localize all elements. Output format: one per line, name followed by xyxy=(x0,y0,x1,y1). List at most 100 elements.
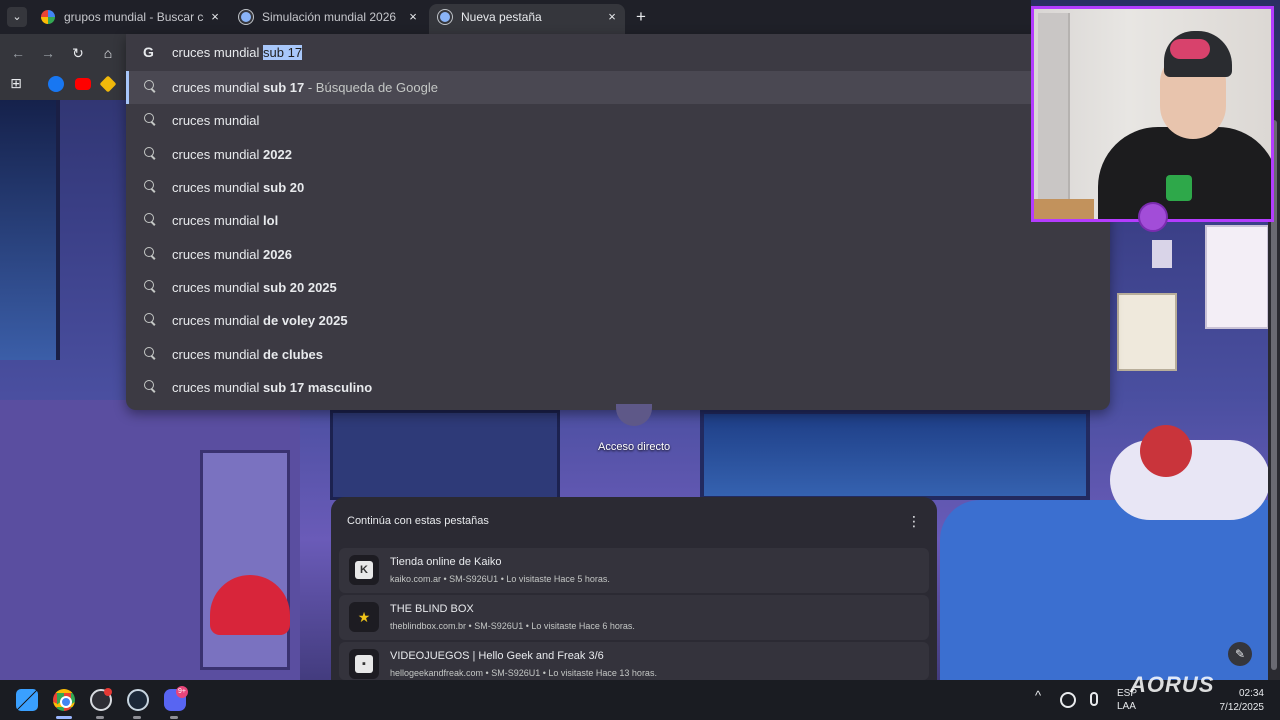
tab-title: Nueva pestaña xyxy=(461,10,542,24)
sync-icon[interactable] xyxy=(1060,692,1076,708)
wallpaper-drawer xyxy=(200,450,290,670)
webcam-shirt-logo xyxy=(1166,175,1192,201)
tab-title: Simulación mundial 2026 xyxy=(262,10,397,24)
search-icon xyxy=(144,113,156,125)
wallpaper-tag xyxy=(1152,240,1172,268)
windows-start-icon[interactable] xyxy=(16,689,38,711)
wallpaper-window-right xyxy=(700,410,1090,500)
continue-tab-title: THE BLIND BOX xyxy=(390,603,474,615)
suggestion-prefix: cruces mundial xyxy=(172,347,264,362)
tab-title: grupos mundial - Buscar con G xyxy=(64,10,204,24)
suggestion-prefix: cruces mundial xyxy=(172,113,260,128)
taskbar xyxy=(0,680,1280,720)
aorus-watermark: AORUS xyxy=(1130,672,1215,697)
webcam-cap-print xyxy=(1170,39,1210,59)
omnibox-suggestion[interactable]: cruces mundial xyxy=(126,104,1110,137)
suggestion-text: cruces mundial xyxy=(172,113,259,128)
shortcut-label[interactable]: Acceso directo xyxy=(598,441,670,453)
continue-tab-sub: hellogeekandfreak.com • SM-S926U1 • Lo v… xyxy=(390,668,657,678)
close-icon[interactable]: × xyxy=(605,4,619,30)
back-button[interactable]: ← xyxy=(8,44,28,62)
continue-tab-sub: theblindbox.com.br • SM-S926U1 • Lo visi… xyxy=(390,621,635,631)
suggestion-source: - Búsqueda de Google xyxy=(304,80,438,95)
suggestion-text: cruces mundial sub 17 - Búsqueda de Goog… xyxy=(172,80,438,95)
search-icon xyxy=(144,80,156,92)
active-indicator xyxy=(56,716,72,719)
suggestion-completion: sub 17 masculino xyxy=(263,380,373,395)
suggestion-prefix: cruces mundial xyxy=(172,213,264,228)
apps-icon[interactable]: ⊞ xyxy=(6,74,26,92)
suggestion-prefix: cruces mundial xyxy=(172,180,264,195)
clock[interactable]: 02:34 7/12/2025 xyxy=(1216,687,1265,715)
tab-simulacion-mundial[interactable]: Simulación mundial 2026 × xyxy=(230,4,426,30)
suggestion-prefix: cruces mundial xyxy=(172,280,264,295)
suggestion-completion: de voley 2025 xyxy=(263,313,348,328)
globe-icon xyxy=(239,10,253,24)
mascot-icon xyxy=(1138,202,1168,232)
suggestion-prefix: cruces mundial xyxy=(172,147,264,162)
omnibox-suggestion[interactable]: cruces mundial de voley 2025 xyxy=(126,304,1110,337)
omnibox-text[interactable]: cruces mundial sub 17 xyxy=(172,45,303,60)
clock-date: 7/12/2025 xyxy=(1219,702,1265,713)
clock-time: 02:34 xyxy=(1238,688,1264,699)
close-icon[interactable]: × xyxy=(208,4,222,30)
steam-icon[interactable] xyxy=(127,689,149,711)
more-options-icon[interactable]: ⋮ xyxy=(907,513,921,530)
webcam-door xyxy=(1038,13,1070,213)
reload-button[interactable]: ↻ xyxy=(68,44,88,62)
tab-search-button[interactable]: ⌄ xyxy=(7,7,27,27)
omnibox-selection: sub 17 xyxy=(263,45,303,60)
google-icon: G xyxy=(143,44,154,60)
home-button[interactable]: ⌂ xyxy=(98,44,118,62)
recording-badge xyxy=(104,688,112,696)
suggestion-completion: 2022 xyxy=(263,147,292,162)
microphone-icon[interactable] xyxy=(1090,692,1098,706)
notification-badge: 9+ xyxy=(176,686,188,698)
omnibox-suggestion[interactable]: cruces mundial 2026 xyxy=(126,238,1110,271)
search-icon xyxy=(144,247,156,259)
continue-tab-row[interactable]: ★ THE BLIND BOX theblindbox.com.br • SM-… xyxy=(339,595,929,640)
suggestion-completion: sub 20 2025 xyxy=(263,280,337,295)
new-tab-button[interactable]: + xyxy=(632,7,650,27)
omnibox-suggestion[interactable]: cruces mundial sub 20 2025 xyxy=(126,271,1110,304)
tab-nueva-pestana[interactable]: Nueva pestaña × xyxy=(429,4,625,34)
continue-tab-title: Tienda online de Kaiko xyxy=(390,556,502,568)
forward-button[interactable]: → xyxy=(38,44,58,62)
omnibox-suggestion[interactable]: cruces mundial sub 17 - Búsqueda de Goog… xyxy=(126,71,1110,104)
omnibox-suggestion[interactable]: cruces mundial sub 20 xyxy=(126,171,1110,204)
suggestion-text: cruces mundial lol xyxy=(172,213,278,228)
tab-grupos-mundial[interactable]: grupos mundial - Buscar con G × xyxy=(32,4,228,30)
wallpaper-poster xyxy=(1117,293,1177,371)
customize-edit-button[interactable]: ✎ xyxy=(1228,642,1252,666)
running-indicator xyxy=(170,716,178,719)
keyboard-layout: LAA xyxy=(1117,701,1136,712)
tray-chevron-icon[interactable]: ^ xyxy=(1035,688,1041,703)
omnibox-suggestion[interactable]: cruces mundial lol xyxy=(126,204,1110,237)
suggestion-text: cruces mundial sub 17 masculino xyxy=(172,380,372,395)
chrome-icon[interactable] xyxy=(53,689,75,711)
suggestion-prefix: cruces mundial xyxy=(172,313,264,328)
search-icon xyxy=(144,213,156,225)
suggestion-completion: sub 17 xyxy=(263,80,305,95)
search-icon xyxy=(144,147,156,159)
wallpaper-poster xyxy=(1205,225,1269,329)
suggestion-text: cruces mundial 2026 xyxy=(172,247,292,262)
webcam-overlay xyxy=(1031,6,1274,222)
chrome-icon xyxy=(438,10,452,24)
omnibox-suggestion[interactable]: cruces mundial de clubes xyxy=(126,338,1110,371)
site-icon: K xyxy=(349,555,379,585)
wallpaper-window xyxy=(0,100,60,360)
facebook-icon[interactable] xyxy=(48,76,64,92)
search-icon xyxy=(144,280,156,292)
suggestion-completion: lol xyxy=(263,213,279,228)
continue-tab-row[interactable]: K Tienda online de Kaiko kaiko.com.ar • … xyxy=(339,548,929,593)
suggestion-text: cruces mundial de clubes xyxy=(172,347,323,362)
site-icon: ▪ xyxy=(349,649,379,679)
omnibox-suggestion[interactable]: cruces mundial sub 17 masculino xyxy=(126,371,1110,404)
close-icon[interactable]: × xyxy=(406,4,420,30)
continue-tab-row[interactable]: ▪ VIDEOJUEGOS | Hello Geek and Freak 3/6… xyxy=(339,642,929,680)
search-icon xyxy=(144,180,156,192)
wallpaper-shelf xyxy=(330,410,560,500)
youtube-icon[interactable] xyxy=(75,78,91,90)
omnibox-suggestion[interactable]: cruces mundial 2022 xyxy=(126,138,1110,171)
